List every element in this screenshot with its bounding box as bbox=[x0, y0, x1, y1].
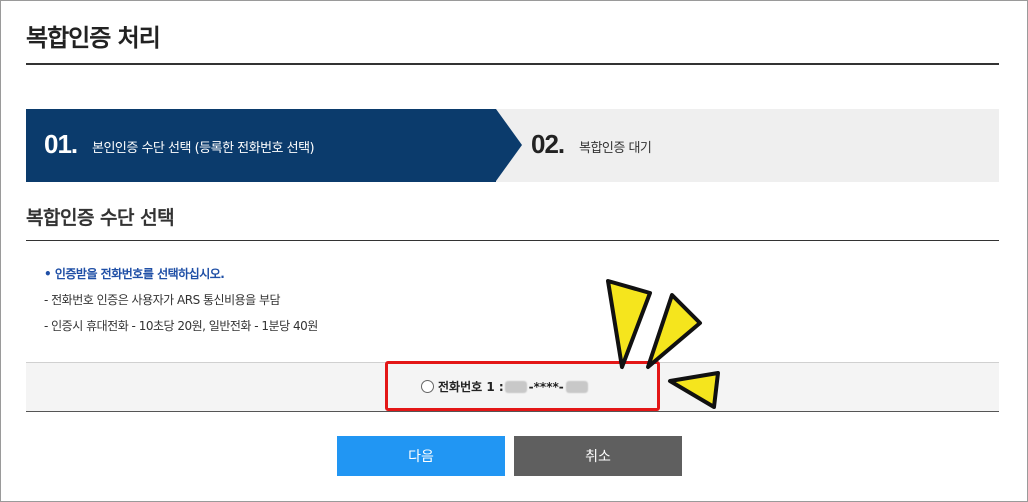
step-2-label: 복합인증 대기 bbox=[579, 141, 652, 156]
instruction-call-rate: - 인증시 휴대전화 - 10초당 20원, 일반전화 - 1분당 40원 bbox=[44, 319, 318, 333]
next-button[interactable]: 다음 bbox=[337, 436, 505, 476]
page-title: 복합인증 처리 bbox=[26, 24, 161, 52]
step-1-arrow bbox=[496, 109, 522, 181]
instruction-ars-cost: - 전화번호 인증은 사용자가 ARS 통신비용을 부담 bbox=[44, 293, 281, 307]
title-divider bbox=[26, 63, 999, 65]
section-title: 복합인증 수단 선택 bbox=[26, 207, 175, 229]
step-1: 01. 본인인증 수단 선택 (등록한 전화번호 선택) bbox=[26, 109, 496, 182]
attention-spark-icon bbox=[606, 279, 720, 409]
instructions: • 인증받을 전화번호를 선택하십시오. - 전화번호 인증은 사용자가 ARS… bbox=[44, 266, 318, 344]
section-divider bbox=[26, 240, 999, 241]
step-indicator: 01. 본인인증 수단 선택 (등록한 전화번호 선택) 02. 복합인증 대기 bbox=[26, 109, 999, 182]
instruction-primary: • 인증받을 전화번호를 선택하십시오. bbox=[44, 267, 225, 281]
step-1-label: 본인인증 수단 선택 (등록한 전화번호 선택) bbox=[92, 141, 315, 156]
cancel-button[interactable]: 취소 bbox=[514, 436, 682, 476]
window-frame bbox=[0, 0, 1028, 502]
step-2-number: 02. bbox=[531, 129, 565, 159]
step-1-number: 01. bbox=[44, 129, 78, 159]
